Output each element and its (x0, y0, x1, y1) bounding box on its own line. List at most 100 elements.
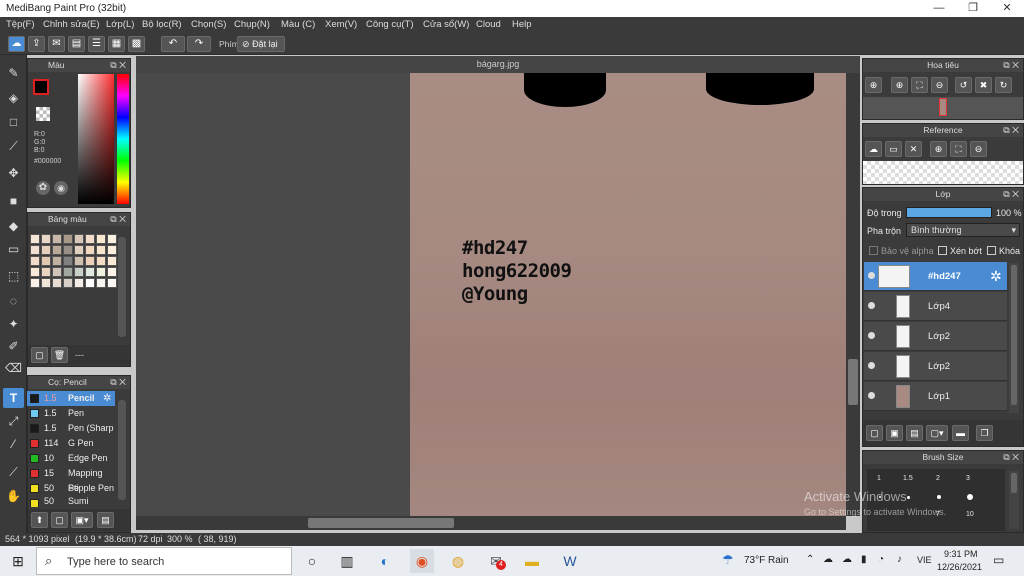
bucket-tool-icon[interactable]: ◆ (3, 216, 24, 236)
fill-rect-tool-icon[interactable]: ■ (3, 191, 24, 211)
brush-item[interactable]: 15 Mapping Pe (27, 466, 115, 493)
grid-icon[interactable]: ▦ (108, 36, 125, 52)
redo-icon[interactable]: ↷ (187, 36, 211, 52)
fit-screen-icon[interactable]: ⛶ (950, 141, 967, 157)
eye-icon[interactable] (868, 362, 875, 369)
cloud-icon[interactable]: ☁ (823, 554, 833, 565)
cloud-download-icon[interactable]: ☁ (865, 141, 882, 157)
size-dot[interactable] (907, 496, 910, 499)
palette-swatch[interactable] (63, 278, 73, 288)
brush-scrollbar[interactable] (118, 400, 126, 500)
close-icon[interactable]: ⧉ ✕ (110, 376, 126, 389)
layer-row[interactable]: Lớp1 (864, 382, 1007, 411)
task-view-icon[interactable]: ▥ (335, 549, 359, 573)
zoom-in-icon[interactable]: ⊕ (930, 141, 947, 157)
close-reference-icon[interactable]: ✕ (905, 141, 922, 157)
palette-swatch[interactable] (85, 234, 95, 244)
saturation-value-picker[interactable] (78, 74, 114, 204)
volume-icon[interactable]: ♪ (897, 554, 902, 565)
brush-size-scrollbar[interactable] (1009, 471, 1019, 529)
zoom-out-icon[interactable]: ⊖ (970, 141, 987, 157)
palette-swatch[interactable] (74, 234, 84, 244)
layer-row[interactable]: Lớp2 (864, 322, 1007, 351)
close-icon[interactable]: ⧉ ✕ (1003, 124, 1019, 137)
folder-icon[interactable]: ▭ (885, 141, 902, 157)
horizontal-scrollbar[interactable] (136, 516, 846, 530)
fit-screen-icon[interactable]: ⛶ (911, 77, 928, 93)
palette-swatch[interactable] (41, 234, 51, 244)
palette-swatch[interactable] (96, 234, 106, 244)
brush-item[interactable]: 50 Stipple Pen (27, 481, 115, 496)
zoom-in-icon[interactable]: ⊕ (891, 77, 908, 93)
palette-swatch[interactable] (52, 234, 62, 244)
horizontal-scroll-thumb[interactable] (308, 518, 454, 528)
palette-swatch[interactable] (85, 245, 95, 255)
palette-swatch[interactable] (107, 234, 117, 244)
palette-swatch[interactable] (41, 278, 51, 288)
weather-text[interactable]: 73°F Rain (744, 555, 789, 566)
layer-list-icon[interactable]: ☰ (88, 36, 105, 52)
close-icon[interactable]: ⧉ ✕ (1003, 59, 1019, 72)
menu-tools[interactable]: Công cụ(T) (366, 19, 414, 30)
palette-swatch[interactable] (52, 256, 62, 266)
palette-swatch[interactable] (41, 267, 51, 277)
language-indicator[interactable]: VIE (917, 555, 932, 565)
foreground-color[interactable] (33, 79, 49, 95)
palette-swatch[interactable] (85, 278, 95, 288)
select-eraser-tool-icon[interactable]: ⌫ (3, 358, 24, 378)
palette-swatch[interactable] (107, 267, 117, 277)
close-icon[interactable]: ⧉ ✕ (1003, 451, 1019, 464)
brush-tool-icon[interactable]: ✎ (3, 63, 24, 83)
dot-tool-icon[interactable]: ⟋ (3, 136, 24, 156)
undo-icon[interactable]: ↶ (161, 36, 185, 52)
menu-layer[interactable]: Lớp(L) (106, 19, 134, 30)
palette-swatch[interactable] (96, 245, 106, 255)
palette-swatch[interactable] (74, 267, 84, 277)
brush-item[interactable]: 1.5 Pencil ✲ (27, 391, 115, 406)
close-icon[interactable]: ⧉ ✕ (110, 213, 126, 226)
select-rect-tool-icon[interactable]: ⬚ (3, 266, 24, 286)
cloud-icon[interactable]: ☁ (8, 36, 25, 52)
layer-scrollbar[interactable] (1009, 263, 1019, 413)
palette-swatch[interactable] (96, 267, 106, 277)
palette-swatch[interactable] (30, 267, 40, 277)
palette-swatch[interactable] (63, 256, 73, 266)
canvas-text[interactable]: #hd247 hong622009 @Young (462, 237, 572, 306)
palette-swatch[interactable] (41, 256, 51, 266)
palette-swatch[interactable] (85, 256, 95, 266)
palette-swatch[interactable] (74, 256, 84, 266)
brush-item[interactable]: 50 Sumi (27, 496, 115, 507)
taskbar-search[interactable]: ⌕ Type here to search (36, 547, 292, 575)
close-icon[interactable]: ⧉ ✕ (1003, 188, 1019, 201)
chevron-up-icon[interactable]: ⌃ (806, 554, 814, 565)
palette-icon[interactable]: ✿ (36, 181, 50, 195)
clipping-checkbox[interactable] (938, 246, 947, 255)
cortana-icon[interactable]: ○ (300, 549, 324, 573)
new-brush-icon[interactable]: ▢ (51, 512, 68, 528)
palette-swatch[interactable] (107, 278, 117, 288)
palette-swatch[interactable] (74, 278, 84, 288)
palette-swatch[interactable] (63, 234, 73, 244)
page-icon[interactable]: ▤ (68, 36, 85, 52)
transparent-color[interactable] (36, 107, 50, 121)
eyedropper-tool-icon[interactable]: ⁄ (3, 434, 24, 454)
palette-swatch[interactable] (85, 267, 95, 277)
comment-icon[interactable]: ✉ (48, 36, 65, 52)
navigator-viewport[interactable] (939, 98, 947, 116)
eye-icon[interactable] (868, 392, 875, 399)
magic-wand-tool-icon[interactable]: ✦ (3, 314, 24, 334)
rectangle-tool-icon[interactable]: □ (3, 112, 24, 132)
maximize-button[interactable]: ❐ (956, 0, 990, 17)
palette-swatches[interactable] (30, 230, 117, 308)
brush-item[interactable]: 114 G Pen (27, 436, 115, 451)
onedrive-icon[interactable]: ☁ (842, 554, 852, 565)
new-layer-icon[interactable]: ▢ (866, 425, 883, 441)
lock-checkbox[interactable] (987, 246, 996, 255)
brush-item[interactable]: 1.5 Pen (Sharp (27, 421, 115, 436)
layer-row[interactable]: Lớp4 (864, 292, 1007, 321)
menu-filter[interactable]: Bộ lọc(R) (142, 19, 182, 30)
menu-help[interactable]: Help (512, 19, 532, 30)
palette-swatch[interactable] (30, 278, 40, 288)
menu-select[interactable]: Chọn(S) (191, 19, 226, 30)
palette-swatch[interactable] (52, 267, 62, 277)
